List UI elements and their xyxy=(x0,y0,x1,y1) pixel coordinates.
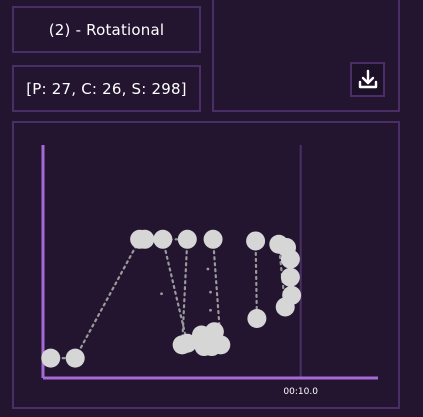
x-tick-label: 00:10.0 xyxy=(283,387,318,397)
node-15 xyxy=(246,231,266,251)
edge-1 xyxy=(74,238,141,360)
node-22 xyxy=(275,297,295,317)
dot-1 xyxy=(209,308,212,312)
mode-panel: (2) - Rotational xyxy=(12,6,201,53)
download-icon xyxy=(358,69,377,88)
node-3 xyxy=(135,229,155,249)
mode-label: (2) - Rotational xyxy=(48,20,165,39)
timeline-chart-panel: 00:10.0 xyxy=(12,121,400,409)
node-19 xyxy=(280,267,300,287)
edge-5 xyxy=(161,238,189,345)
node-7 xyxy=(177,229,197,249)
node-1 xyxy=(65,348,85,368)
dot-0 xyxy=(160,292,163,296)
node-4 xyxy=(153,229,173,249)
dot-2 xyxy=(209,290,212,294)
node-13 xyxy=(203,229,223,249)
stats-panel: [P: 27, C: 26, S: 298] xyxy=(12,65,201,112)
timeline-chart[interactable]: 00:10.0 xyxy=(14,123,400,409)
dot-3 xyxy=(206,267,210,271)
node-20 xyxy=(280,249,300,269)
node-0 xyxy=(41,348,61,368)
stats-label: [P: 27, C: 26, S: 298] xyxy=(26,79,187,98)
node-14 xyxy=(211,335,231,355)
download-button[interactable] xyxy=(350,62,385,97)
edge-7 xyxy=(254,239,258,320)
node-16 xyxy=(247,309,267,328)
